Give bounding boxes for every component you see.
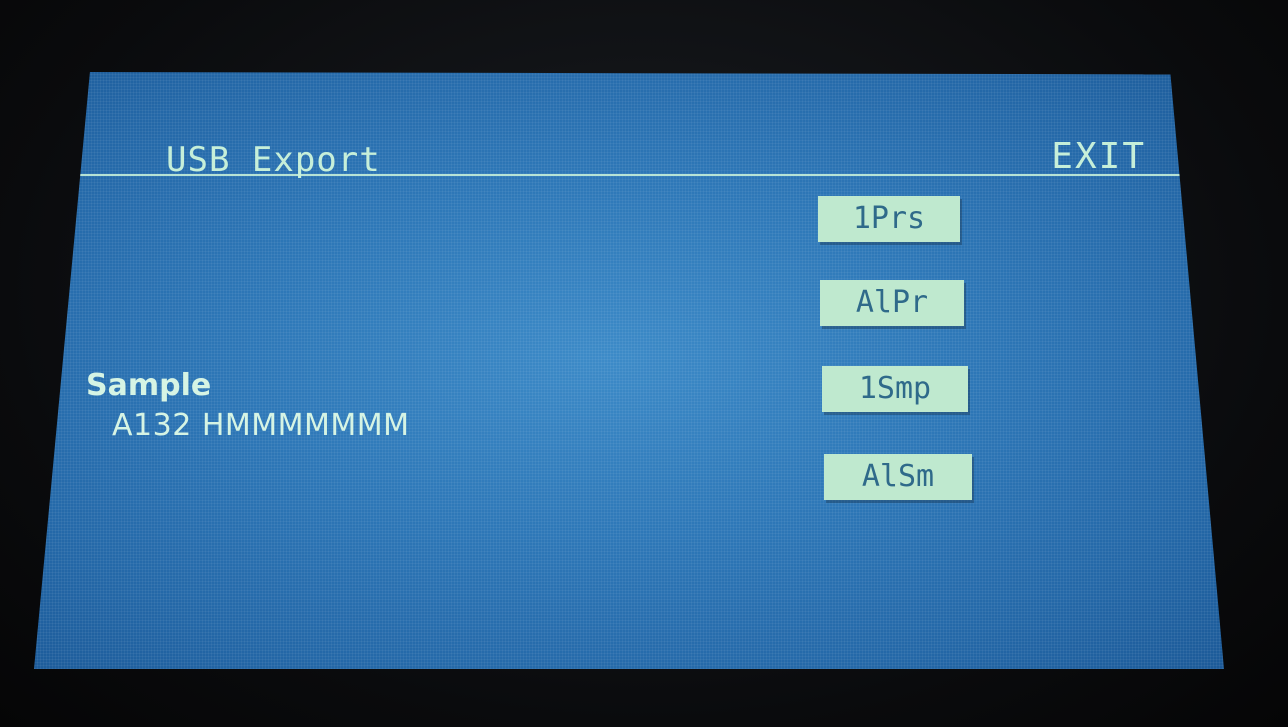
sample-value[interactable]: A132 HMMMMMMM [112,408,410,443]
export-all-presets-button[interactable]: AlPr [820,280,964,326]
export-one-preset-button[interactable]: 1Prs [818,196,960,242]
device-bezel: USB Export EXIT 1Prs AlPr 1Smp AlSm Samp… [0,0,1288,727]
export-all-samples-button[interactable]: AlSm [824,454,972,500]
export-one-sample-button[interactable]: 1Smp [822,366,968,412]
exit-button[interactable]: EXIT [1051,136,1146,177]
sample-label: Sample [86,368,212,403]
lcd-screen: USB Export EXIT 1Prs AlPr 1Smp AlSm Samp… [34,72,1224,669]
header-divider [34,174,1224,176]
